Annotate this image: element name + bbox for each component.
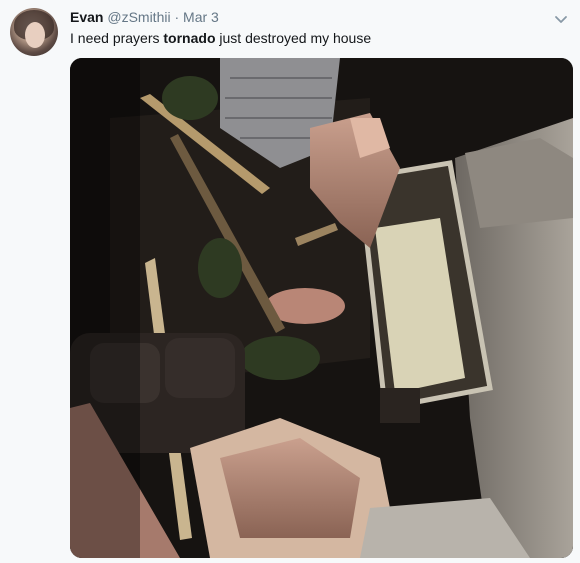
- author-name[interactable]: Evan: [70, 9, 103, 25]
- separator-dot: ·: [174, 9, 180, 25]
- avatar[interactable]: [10, 8, 58, 56]
- chevron-down-icon[interactable]: [554, 12, 568, 26]
- tweet-text: I need prayers tornado just destroyed my…: [70, 29, 371, 47]
- tweet-text-end: just destroyed my house: [215, 30, 372, 46]
- tweet-header: Evan @zSmithii · Mar 3: [70, 8, 219, 26]
- tweet-date[interactable]: Mar 3: [183, 9, 219, 25]
- author-handle[interactable]: @zSmithii: [107, 9, 170, 25]
- tweet-photo[interactable]: [70, 58, 573, 558]
- tweet-text-bold: tornado: [163, 30, 216, 46]
- tornado-damage-photo: [70, 58, 573, 558]
- avatar-face: [25, 22, 45, 48]
- tweet-card[interactable]: Evan @zSmithii · Mar 3 I need prayers to…: [0, 0, 580, 563]
- tweet-text-start: I need prayers: [70, 30, 164, 46]
